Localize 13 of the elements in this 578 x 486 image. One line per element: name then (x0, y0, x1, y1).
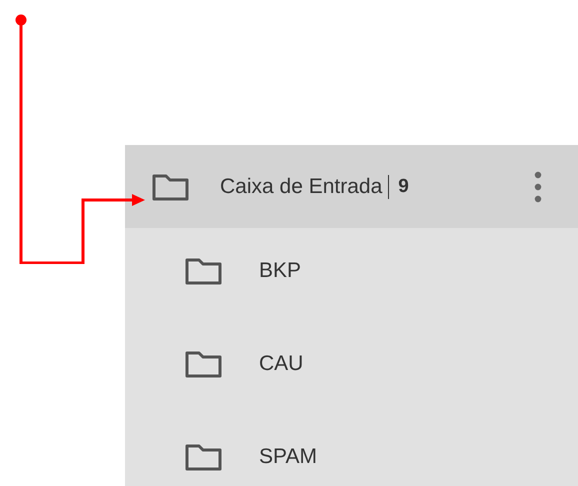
folder-label: BKP (259, 258, 302, 282)
unread-count: 9 (398, 176, 409, 198)
subfolder-item[interactable]: CAU (125, 317, 578, 410)
more-options-icon[interactable] (534, 170, 542, 202)
folder-icon (152, 172, 190, 200)
folder-item[interactable]: Caixa de Entrada 9 (125, 145, 578, 228)
folder-label: SPAM (259, 444, 317, 468)
folder-label: CAU (259, 352, 304, 376)
folder-label: Caixa de Entrada (220, 174, 382, 198)
subfolder-item[interactable]: SPAM (125, 410, 578, 486)
folder-icon (185, 350, 223, 378)
folder-icon (185, 442, 223, 470)
folder-icon (185, 256, 223, 284)
